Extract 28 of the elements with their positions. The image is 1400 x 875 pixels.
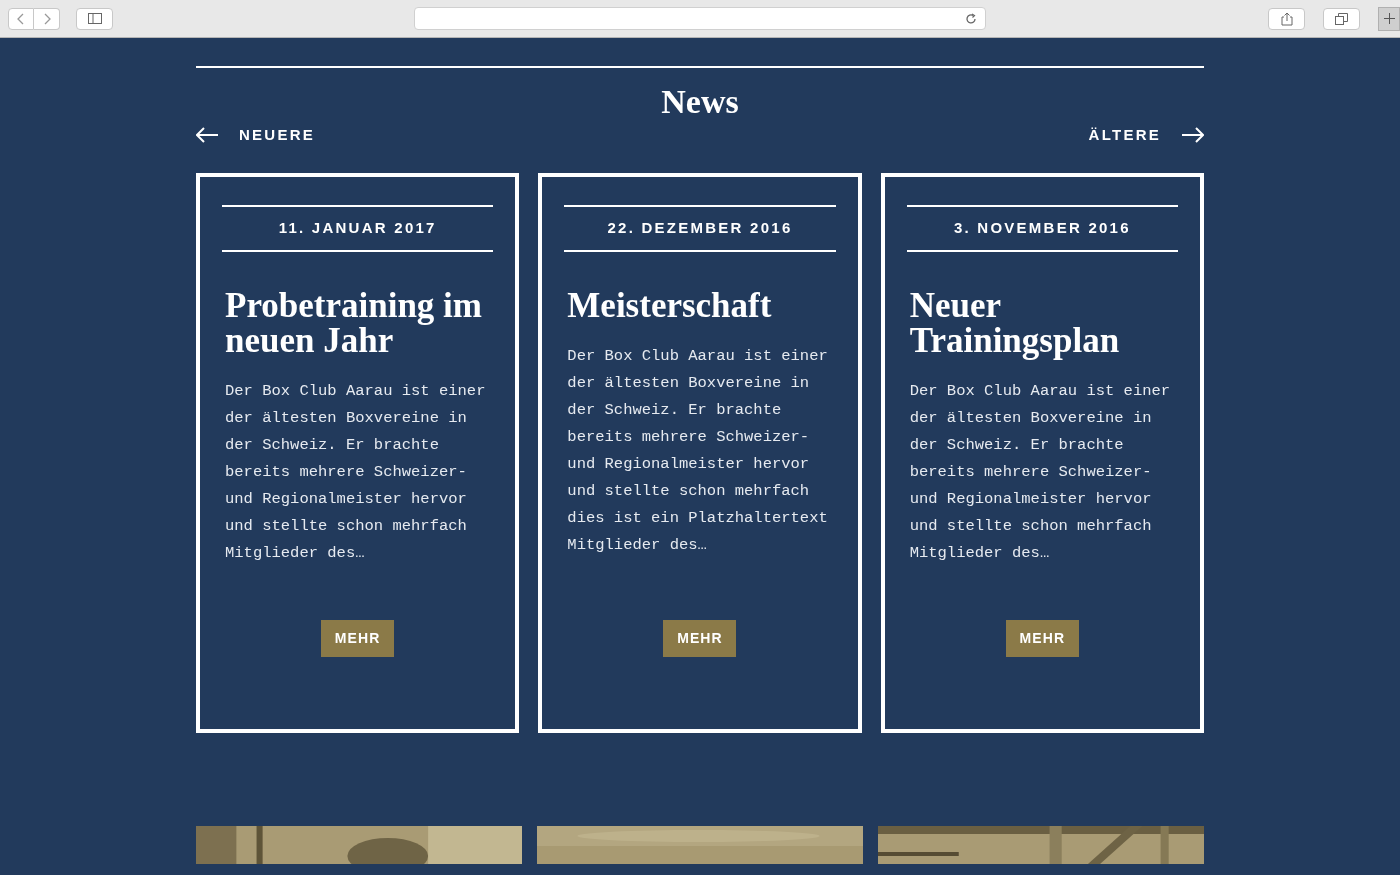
more-button[interactable]: MEHR: [1005, 619, 1079, 657]
section-title: News: [661, 82, 739, 122]
tabs-icon: [1335, 12, 1348, 25]
more-button[interactable]: MEHR: [663, 619, 737, 657]
news-title: Meisterschaft: [566, 287, 773, 323]
newer-link[interactable]: NEUERE: [196, 124, 315, 147]
address-field[interactable]: [414, 7, 986, 30]
chevron-left-icon: [17, 12, 25, 25]
sidebar-button[interactable]: [76, 7, 113, 30]
news-title: Probetraining im neuen Jahr: [224, 287, 483, 358]
news-date: 3. NOVEMBER 2016: [952, 217, 1132, 238]
news-title: Neuer Trainingsplan: [908, 287, 1121, 358]
news-text: Der Box Club Aarau ist einer der ältesten Boxvereine in der Schweiz. Er brachte bereits mehrere Schweizer- und Regionalmeister hervor und stellte schon mehrfach dies ist ein Platzhaltertext Mitglieder des…: [566, 345, 829, 556]
news-date: 11. JANUAR 2017: [277, 217, 438, 238]
plus-icon: [1383, 13, 1395, 24]
reload-icon[interactable]: [965, 12, 977, 25]
arrow-right-icon: [1181, 127, 1204, 144]
news-date: 22. DEZEMBER 2016: [606, 217, 794, 238]
arrow-left-icon: [196, 127, 219, 144]
tabs-button[interactable]: [1323, 7, 1360, 30]
more-button[interactable]: MEHR: [321, 619, 395, 657]
chevron-right-icon: [42, 12, 51, 25]
share-icon: [1280, 11, 1293, 26]
new-tab-button[interactable]: [1378, 6, 1400, 31]
sidebar-icon: [87, 13, 102, 24]
older-link[interactable]: ÄLTERE: [1088, 124, 1204, 147]
news-text: Der Box Club Aarau ist einer der ältesten Boxvereine in der Schweiz. Er brachte bereits mehrere Schweizer- und Regionalmeister hervor und stellte schon mehrfach Mitglieder des…: [224, 380, 487, 564]
news-text: Der Box Club Aarau ist einer der ältesten Boxvereine in der Schweiz. Er brachte bereits mehrere Schweizer- und Regionalmeister hervor und stellte schon mehrfach Mitglieder des…: [908, 380, 1172, 564]
